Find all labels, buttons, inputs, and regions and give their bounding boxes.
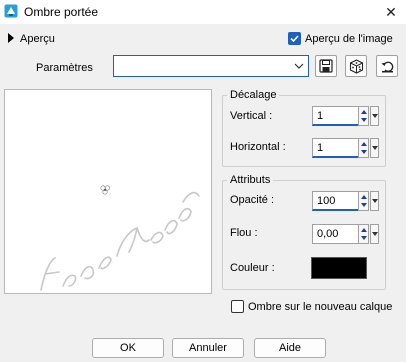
offset-group-title: Décalage — [227, 89, 280, 101]
opacity-spinner[interactable] — [358, 191, 369, 211]
presets-dropdown[interactable] — [113, 55, 309, 77]
dropdown-arrow-icon — [371, 232, 378, 236]
spin-down-icon — [360, 118, 367, 122]
new-layer-label[interactable]: Ombre sur le nouveau calque — [248, 301, 392, 313]
horizontal-spinner[interactable] — [358, 138, 369, 158]
preview-panel[interactable] — [4, 89, 212, 294]
help-button[interactable]: Aide — [254, 338, 326, 358]
watermark-signature-image — [40, 185, 200, 291]
reset-icon — [381, 61, 393, 72]
blur-spinner[interactable] — [358, 224, 369, 244]
close-icon: ✕ — [385, 3, 397, 20]
blur-slider-dropdown[interactable] — [370, 224, 379, 244]
spin-up-icon — [360, 195, 367, 199]
blur-label: Flou : — [230, 227, 258, 239]
drop-shadow-icon — [4, 4, 18, 18]
vertical-label: Vertical : — [230, 110, 273, 122]
color-label: Couleur : — [230, 262, 275, 274]
new-layer-checkbox[interactable] — [231, 300, 244, 313]
chevron-down-icon — [294, 63, 304, 69]
window-title: Ombre portée — [24, 5, 99, 19]
vertical-spinner[interactable] — [358, 106, 369, 126]
spin-up-icon — [360, 142, 367, 146]
image-preview-label[interactable]: Aperçu de l'image — [305, 33, 393, 45]
spin-up-icon — [360, 110, 367, 114]
horizontal-slider-dropdown[interactable] — [370, 138, 379, 158]
expand-arrow-icon[interactable] — [7, 33, 15, 43]
attributes-group-title: Attributs — [227, 174, 274, 186]
spin-down-icon — [360, 150, 367, 154]
dropdown-arrow-icon — [371, 146, 378, 150]
close-button[interactable]: ✕ — [376, 0, 406, 24]
image-preview-checkbox[interactable] — [288, 32, 301, 45]
opacity-label: Opacité : — [230, 194, 275, 206]
horizontal-label: Horizontal : — [230, 141, 286, 153]
spin-up-icon — [360, 228, 367, 232]
ok-button[interactable]: OK — [92, 338, 164, 358]
cancel-button[interactable]: Annuler — [172, 338, 244, 358]
color-swatch[interactable] — [311, 257, 367, 279]
dropdown-arrow-icon — [371, 114, 378, 118]
dropdown-arrow-icon — [371, 199, 378, 203]
vertical-slider-dropdown[interactable] — [370, 106, 379, 126]
spin-down-icon — [360, 236, 367, 240]
save-preset-button[interactable] — [315, 55, 337, 77]
opacity-slider-dropdown[interactable] — [370, 191, 379, 211]
dice-icon — [349, 58, 363, 74]
save-icon — [319, 59, 333, 73]
randomize-button[interactable] — [345, 55, 367, 77]
reset-button[interactable] — [376, 55, 398, 77]
preview-toggle-label[interactable]: Aperçu — [20, 33, 55, 45]
spin-down-icon — [360, 203, 367, 207]
checkmark-icon — [290, 35, 299, 43]
presets-label: Paramètres — [36, 62, 93, 74]
